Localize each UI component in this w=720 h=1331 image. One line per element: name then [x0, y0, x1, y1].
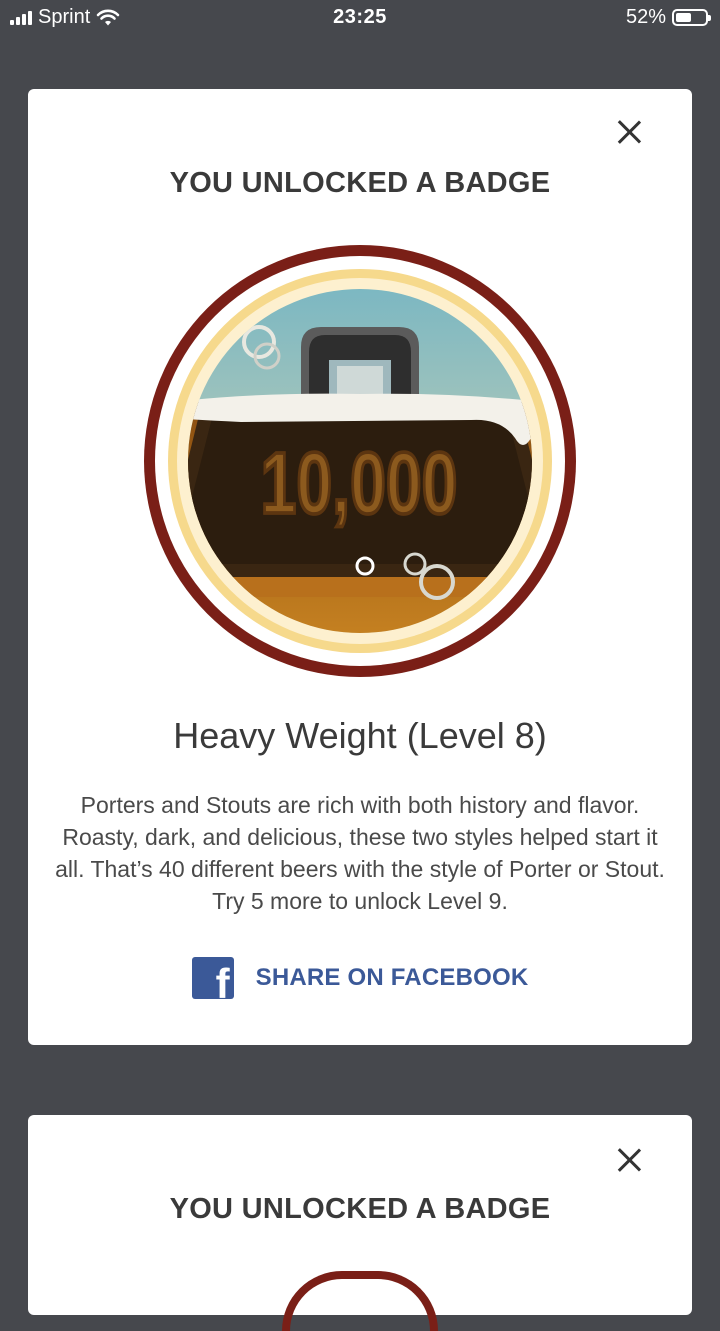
badge-card-2: YOU UNLOCKED A BADGE: [28, 1115, 692, 1331]
close-icon[interactable]: [612, 115, 646, 149]
battery-fill: [676, 13, 691, 22]
close-icon[interactable]: [612, 1143, 646, 1177]
badge-card: YOU UNLOCKED A BADGE 10,000 Heavy Weight…: [28, 89, 692, 1045]
badge-image: 10,000: [141, 242, 579, 680]
facebook-icon: f: [191, 957, 234, 999]
badge-name: Heavy Weight (Level 8): [173, 715, 547, 756]
battery-icon: [672, 9, 711, 26]
card-heading: YOU UNLOCKED A BADGE: [169, 167, 551, 199]
status-right: 52%: [625, 6, 711, 29]
status-bar: Sprint 23:25 52%: [0, 0, 720, 38]
share-on-facebook-button[interactable]: f SHARE ON FACEBOOK: [28, 957, 692, 999]
status-time: 23:25: [333, 6, 387, 28]
badge-description: Porters and Stouts are rich with both hi…: [55, 792, 665, 914]
battery-percent: 52%: [625, 6, 666, 28]
card-heading-2: YOU UNLOCKED A BADGE: [169, 1193, 551, 1225]
share-label: SHARE ON FACEBOOK: [255, 964, 529, 991]
badge-number-text: 10,000: [261, 435, 458, 533]
badge-image-peek: [282, 1271, 438, 1331]
